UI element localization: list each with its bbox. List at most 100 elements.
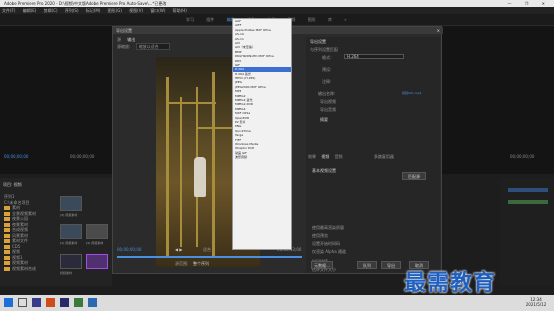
clip-thumbnail-label: [4] 视频素材 (86, 241, 104, 245)
project-bin-list: 序列1 C:\未命名项目 素材 全景视频素材 夜景公园 夜景素材 合成视频 风景… (4, 194, 56, 271)
clip-thumbnail[interactable] (60, 196, 82, 211)
export-button[interactable]: 导出 (381, 261, 401, 269)
match-source-button[interactable]: 匹配源 (402, 172, 426, 180)
dialog-tab-bar: 源 输出 (117, 37, 135, 43)
watermark-text: 最需教育 (404, 270, 497, 296)
app-icon[interactable] (88, 298, 97, 307)
project-panel: 项目: 视频 序列1 C:\未命名项目 素材 全景视频素材 夜景公园 夜景素材 … (0, 178, 112, 286)
playback-controls[interactable]: ◀ ▶ (175, 247, 182, 252)
folder-icon (4, 266, 10, 271)
bin-item[interactable]: 视频素材合成 (4, 266, 56, 272)
output-name-link[interactable]: 视频001.mp4 (402, 91, 421, 95)
dialog-title: 导出设置 (116, 28, 132, 33)
clip-thumbnail[interactable] (86, 224, 108, 239)
timeline-clip[interactable] (508, 188, 548, 192)
option-max-render-quality[interactable]: 使用最高渲染质量 (312, 225, 344, 231)
timeline-clip[interactable] (508, 200, 548, 204)
export-scrub-bar: 00;00;00;00 ◀ ▶ 适合 00;00;13;00 源范围: 整个序列 (115, 247, 302, 267)
project-panel-title: 项目: 视频 (3, 182, 22, 187)
taskbar-clock[interactable]: 12:34 2021/5/12 (522, 297, 550, 307)
folder-icon (4, 255, 10, 260)
search-icon[interactable] (18, 298, 27, 307)
clip-thumbnail[interactable] (60, 224, 82, 239)
export-video-checkbox[interactable]: 导出视频 (320, 99, 336, 105)
menu-view[interactable]: 视图(V) (129, 8, 143, 13)
format-label: 格式: (322, 55, 332, 60)
queue-button[interactable]: 队列 (357, 261, 377, 269)
close-icon[interactable]: ✕ (437, 27, 440, 34)
workspace-more[interactable]: » (344, 17, 346, 22)
person-figure (194, 157, 206, 197)
window-controls[interactable]: — ❐ ✕ (508, 0, 551, 7)
tab-output[interactable]: 输出 (127, 37, 135, 42)
premiere-pro-icon[interactable] (60, 298, 69, 307)
program-monitor-panel: 00;00;00;00 (440, 26, 554, 174)
tab-multiplexer[interactable]: 多路复用器 (374, 154, 394, 159)
source-scaling-row: 源缩放: 缩放以适合 (117, 43, 170, 50)
menu-graphics[interactable]: 图形(G) (108, 8, 122, 13)
timecode-in: 00;00;00;00 (117, 247, 142, 252)
menu-bar: 文件(F) 编辑(E) 剪辑(C) 序列(S) 标记(M) 图形(G) 视图(V… (0, 7, 554, 14)
export-audio-checkbox[interactable]: 导出音频 (320, 107, 336, 113)
clip-thumbnail-label: [4] 视频素材 (60, 241, 78, 245)
menu-edit[interactable]: 编辑(E) (23, 8, 37, 13)
folder-icon (4, 206, 10, 210)
format-select[interactable]: H.264 (344, 54, 404, 59)
app-icon[interactable] (74, 298, 83, 307)
option-set-start-timecode[interactable]: 设置开始时间码 (312, 241, 340, 247)
source-scaling-select[interactable]: 缩放以适合 (135, 43, 170, 50)
workspace-assembly[interactable]: 组件 (206, 17, 214, 22)
menu-window[interactable]: 窗口(W) (150, 8, 165, 13)
source-monitor-panel: 00;00;00;00 00;00;00;00 (0, 26, 115, 174)
menu-file[interactable]: 文件(F) (2, 8, 15, 13)
source-timecode-right: 00;00;00;00 (70, 154, 95, 159)
timeline-scrubber[interactable] (117, 256, 302, 258)
folder-icon (4, 244, 10, 249)
windows-start-icon[interactable] (4, 298, 13, 307)
source-scaling-label: 源缩放: (117, 44, 131, 49)
folder-icon (4, 222, 10, 227)
fit-label[interactable]: 适合 (203, 247, 211, 253)
source-range-label: 源范围: (175, 261, 189, 266)
export-settings-header: 导出设置 (310, 39, 326, 44)
match-sequence-checkbox[interactable]: 与序列设置匹配 (310, 47, 338, 53)
format-option[interactable]: 波形音频 (233, 155, 291, 159)
comments-label: 注释: (322, 79, 332, 84)
menu-markers[interactable]: 标记(M) (86, 8, 101, 13)
export-settings-panel: 导出设置 与序列设置匹配 格式: H.264 预设: 注释: 输出名称: 视频0… (306, 37, 440, 273)
clip-thumbnail-label: 视频素材 (60, 271, 73, 275)
menu-sequence[interactable]: 序列(S) (65, 8, 79, 13)
workspace-libraries[interactable]: 库 (328, 17, 332, 22)
app-title: Adobe Premiere Pro 2020 - D:\视频\中文版Adobe… (4, 1, 167, 6)
basic-video-settings-label: 基本视频设置 (312, 168, 336, 173)
workspace-graphics[interactable]: 图形 (308, 17, 316, 22)
source-timecode-left: 00;00;00;00 (4, 154, 29, 159)
folder-icon (4, 250, 10, 254)
metadata-button[interactable]: 元数据... (311, 261, 333, 269)
workspace-learn[interactable]: 学习 (186, 17, 194, 22)
folder-icon (4, 211, 10, 216)
settings-tab-bar: 效果 视频 音频 多路复用器 (308, 154, 438, 160)
option-use-previews[interactable]: 使用预览 (312, 233, 328, 239)
tab-audio[interactable]: 音频 (335, 154, 343, 159)
tab-effects[interactable]: 效果 (308, 154, 316, 159)
taskbar: 12:34 2021/5/12 (0, 295, 554, 311)
folder-icon (4, 228, 10, 232)
preset-label: 预设: (322, 67, 332, 72)
menu-clip[interactable]: 剪辑(C) (44, 8, 58, 13)
menu-help[interactable]: 帮助(H) (173, 8, 187, 13)
summary-label: 摘要 (320, 117, 328, 122)
clip-thumbnail[interactable] (86, 254, 108, 269)
folder-icon (4, 217, 10, 221)
source-range-select[interactable]: 整个序列 (193, 261, 209, 267)
program-timecode: 00;00;00;00 (510, 154, 535, 159)
folder-icon (4, 239, 10, 243)
folder-icon (4, 233, 10, 238)
app-icon[interactable] (46, 298, 55, 307)
tab-video[interactable]: 视频 (321, 154, 329, 159)
task-view-icon[interactable] (32, 298, 41, 307)
window-title-bar: Adobe Premiere Pro 2020 - D:\视频\中文版Adobe… (0, 0, 554, 7)
tab-source[interactable]: 源 (117, 37, 121, 42)
clip-thumbnail[interactable] (60, 254, 82, 269)
option-render-alpha[interactable]: 仅渲染 Alpha 通道 (312, 249, 346, 255)
